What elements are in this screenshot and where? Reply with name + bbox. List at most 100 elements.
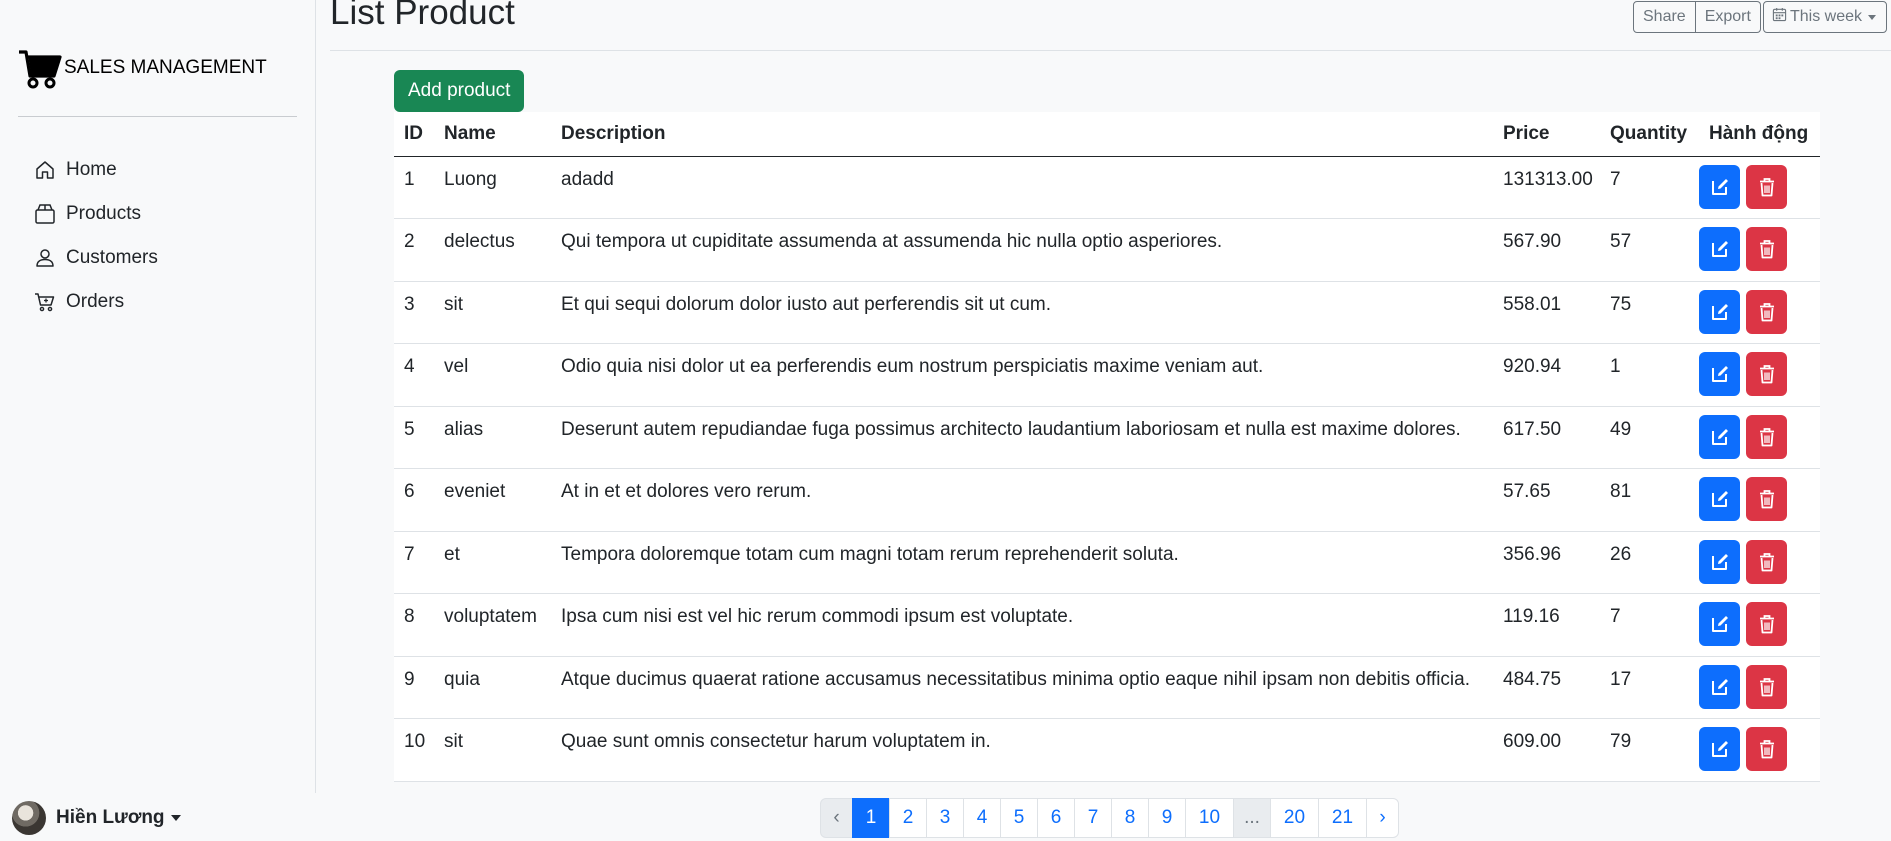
edit-button[interactable] [1699,539,1740,584]
sidebar-item-label: Customers [66,247,158,268]
cell-name: voluptatem [434,593,551,657]
avatar [12,801,46,835]
trash-icon [1756,238,1778,260]
edit-button[interactable] [1699,477,1740,521]
cell-price: 57.65 [1493,468,1600,532]
page-title: List Product [330,0,515,32]
delete-button[interactable] [1746,727,1787,771]
brand[interactable]: SALES MANAGEMENT [18,46,267,90]
edit-button[interactable] [1699,664,1740,709]
house-icon [34,159,66,181]
sidebar-divider [18,116,297,117]
add-product-button[interactable]: Add product [394,70,525,112]
delete-button[interactable] [1746,352,1787,396]
sidebar-item-orders[interactable]: Orders [34,280,158,324]
edit-button[interactable] [1699,227,1740,271]
cell-id: 8 [394,593,434,657]
cell-name: eveniet [434,468,551,532]
edit-icon [1709,551,1731,573]
sidebar-item-products[interactable]: Products [34,192,158,236]
cell-actions [1699,156,1820,219]
table-row: 9 quia Atque ducimus quaerat ratione accus… [394,656,1820,719]
edit-icon [1709,613,1731,635]
header-button-group: Share Export [1633,1,1761,33]
cell-quantity: 26 [1600,531,1699,594]
sidebar-item-label: Orders [66,291,125,312]
edit-icon [1709,426,1731,448]
pagination-page[interactable]: 10 [1185,798,1234,838]
cell-name: Luong [434,156,551,219]
period-label: This week [1790,8,1863,25]
edit-button[interactable] [1699,727,1740,771]
pagination-page[interactable]: 7 [1074,798,1112,838]
cell-description: adadd [551,156,1493,219]
sidebar-item-label: Products [66,203,141,224]
cell-name: sit [434,281,551,344]
table-row: 5 alias Deserunt autem repudiandae fuga po… [394,406,1820,469]
table-row: 2 delectus Qui tempora ut cupiditate assum… [394,218,1820,282]
product-table: ID Name Description Price Quantity Hành … [394,112,1820,782]
sidebar-nav: Home Products Customers Orders [34,148,158,324]
table-row: 1 Luong adadd 131313.00 7 [394,156,1820,219]
pagination-page[interactable]: 5 [1000,798,1038,838]
cell-actions [1699,218,1820,282]
pagination-page[interactable]: 3 [926,798,964,838]
cell-description: Atque ducimus quaerat ratione accusamus … [551,656,1493,719]
edit-button[interactable] [1699,602,1740,646]
brand-name: SALES MANAGEMENT [64,57,267,78]
pagination-ellipsis[interactable]: ... [1233,798,1271,838]
cell-description: Quae sunt omnis consectetur harum volupt… [551,718,1493,782]
delete-button[interactable] [1746,164,1787,209]
pagination-page[interactable]: 1 [852,798,890,838]
trash-icon [1756,676,1778,698]
trash-icon [1756,738,1778,760]
pagination-page[interactable]: 9 [1148,798,1186,838]
pagination-page[interactable]: 21 [1318,798,1367,838]
trash-icon [1756,613,1778,635]
cell-actions [1699,656,1820,719]
delete-button[interactable] [1746,477,1787,521]
edit-button[interactable] [1699,289,1740,334]
pagination-page[interactable]: 8 [1111,798,1149,838]
delete-button[interactable] [1746,227,1787,271]
trash-icon [1756,301,1778,323]
pagination-page[interactable]: 20 [1270,798,1319,838]
calendar-icon [1772,7,1790,27]
cell-price: 609.00 [1493,718,1600,782]
delete-button[interactable] [1746,602,1787,646]
pagination-next[interactable]: › [1366,798,1399,838]
edit-button[interactable] [1699,414,1740,459]
period-dropdown[interactable]: This week [1763,1,1888,33]
cart-icon [18,46,62,90]
table-header-row: ID Name Description Price Quantity Hành … [394,112,1820,157]
delete-button[interactable] [1746,414,1787,459]
pagination-page[interactable]: 2 [889,798,927,838]
table-row: 4 vel Odio quia nisi dolor ut ea perferend… [394,343,1820,407]
pagination-page[interactable]: 6 [1037,798,1075,838]
pagination: ‹ 1 2 3 4 5 6 7 8 9 10... 20 21 › [820,798,1399,838]
delete-button[interactable] [1746,539,1787,584]
cell-description: Tempora doloremque totam cum magni totam… [551,531,1493,594]
user-menu[interactable]: Hiền Lương [12,801,181,835]
delete-button[interactable] [1746,289,1787,334]
pagination-prev[interactable]: ‹ [820,798,853,838]
cell-quantity: 49 [1600,406,1699,469]
sidebar-item-customers[interactable]: Customers [34,236,158,280]
cell-actions [1699,718,1820,782]
edit-button[interactable] [1699,164,1740,209]
cell-quantity: 1 [1600,343,1699,407]
share-button[interactable]: Share [1633,1,1696,33]
trash-icon [1756,363,1778,385]
pagination-page[interactable]: 4 [963,798,1001,838]
sidebar-item-home[interactable]: Home [34,148,158,192]
edit-button[interactable] [1699,352,1740,396]
cart-small-icon [34,291,66,313]
export-button[interactable]: Export [1695,1,1761,33]
delete-button[interactable] [1746,664,1787,709]
cell-name: vel [434,343,551,407]
cell-description: Ipsa cum nisi est vel hic rerum commodi … [551,593,1493,657]
cell-actions [1699,468,1820,532]
sidebar: SALES MANAGEMENT Home Products Customers [0,0,316,793]
cell-actions [1699,281,1820,344]
cell-price: 119.16 [1493,593,1600,657]
